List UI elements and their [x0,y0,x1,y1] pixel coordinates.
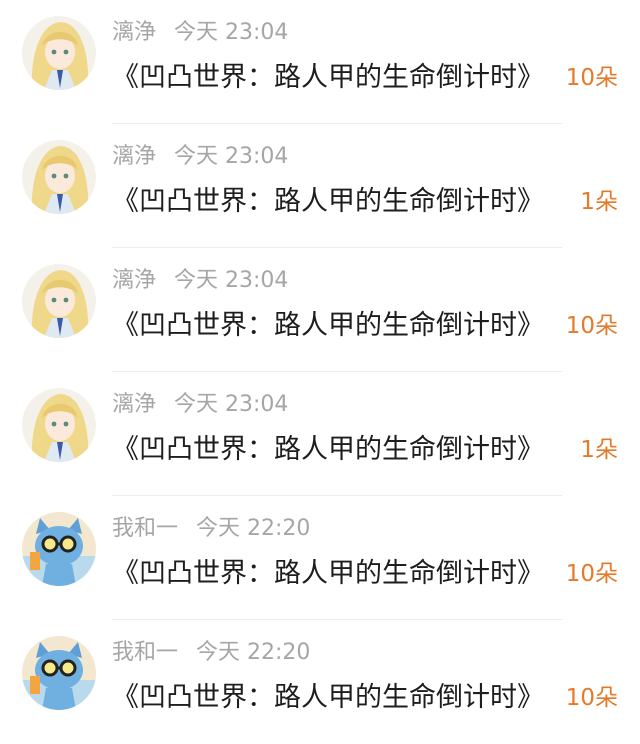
message-meta: 漓浄 今天 23:04 [112,142,288,172]
list-item[interactable]: 我和一 今天 22:20 《凹凸世界：路人甲的生命倒计时》 10朵 [0,620,640,744]
blue-cat-avatar-icon [22,512,96,586]
flower-count: 10朵 [565,313,618,339]
flower-count: 10朵 [565,685,618,711]
sender-name[interactable]: 漓浄 [112,268,156,293]
anime-girl-avatar-icon [22,388,96,462]
flower-count: 10朵 [565,65,618,91]
avatar[interactable] [22,140,96,214]
list-item[interactable]: 漓浄 今天 23:04 《凹凸世界：路人甲的生命倒计时》 10朵 [0,0,640,124]
work-title[interactable]: 《凹凸世界：路人甲的生命倒计时》 [112,678,552,718]
timestamp: 今天 23:04 [174,20,289,45]
sender-name[interactable]: 漓浄 [112,392,156,417]
sender-name[interactable]: 我和一 [112,516,178,541]
anime-girl-avatar-icon [22,140,96,214]
timestamp: 今天 23:04 [174,144,289,169]
avatar[interactable] [22,636,96,710]
flower-count: 1朵 [580,189,618,215]
timestamp: 今天 22:20 [196,640,311,665]
sender-name[interactable]: 漓浄 [112,20,156,45]
sender-name[interactable]: 漓浄 [112,144,156,169]
message-meta: 漓浄 今天 23:04 [112,18,288,48]
message-meta: 我和一 今天 22:20 [112,514,310,544]
list-item[interactable]: 漓浄 今天 23:04 《凹凸世界：路人甲的生命倒计时》 10朵 [0,248,640,372]
blue-cat-avatar-icon [22,636,96,710]
timestamp: 今天 23:04 [174,392,289,417]
flower-count: 10朵 [565,561,618,587]
sender-name[interactable]: 我和一 [112,640,178,665]
list-item[interactable]: 漓浄 今天 23:04 《凹凸世界：路人甲的生命倒计时》 1朵 [0,372,640,496]
work-title[interactable]: 《凹凸世界：路人甲的生命倒计时》 [112,182,582,222]
message-meta: 漓浄 今天 23:04 [112,390,288,420]
avatar[interactable] [22,264,96,338]
anime-girl-avatar-icon [22,16,96,90]
timestamp: 今天 22:20 [196,516,311,541]
work-title[interactable]: 《凹凸世界：路人甲的生命倒计时》 [112,430,582,470]
work-title[interactable]: 《凹凸世界：路人甲的生命倒计时》 [112,306,552,346]
gift-message-list: 漓浄 今天 23:04 《凹凸世界：路人甲的生命倒计时》 10朵 漓浄 今天 23:… [0,0,640,744]
anime-girl-avatar-icon [22,264,96,338]
list-item[interactable]: 我和一 今天 22:20 《凹凸世界：路人甲的生命倒计时》 10朵 [0,496,640,620]
list-item[interactable]: 漓浄 今天 23:04 《凹凸世界：路人甲的生命倒计时》 1朵 [0,124,640,248]
message-meta: 我和一 今天 22:20 [112,638,310,668]
flower-count: 1朵 [580,437,618,463]
timestamp: 今天 23:04 [174,268,289,293]
avatar[interactable] [22,512,96,586]
avatar[interactable] [22,388,96,462]
avatar[interactable] [22,16,96,90]
message-meta: 漓浄 今天 23:04 [112,266,288,296]
work-title[interactable]: 《凹凸世界：路人甲的生命倒计时》 [112,554,552,594]
work-title[interactable]: 《凹凸世界：路人甲的生命倒计时》 [112,58,552,98]
